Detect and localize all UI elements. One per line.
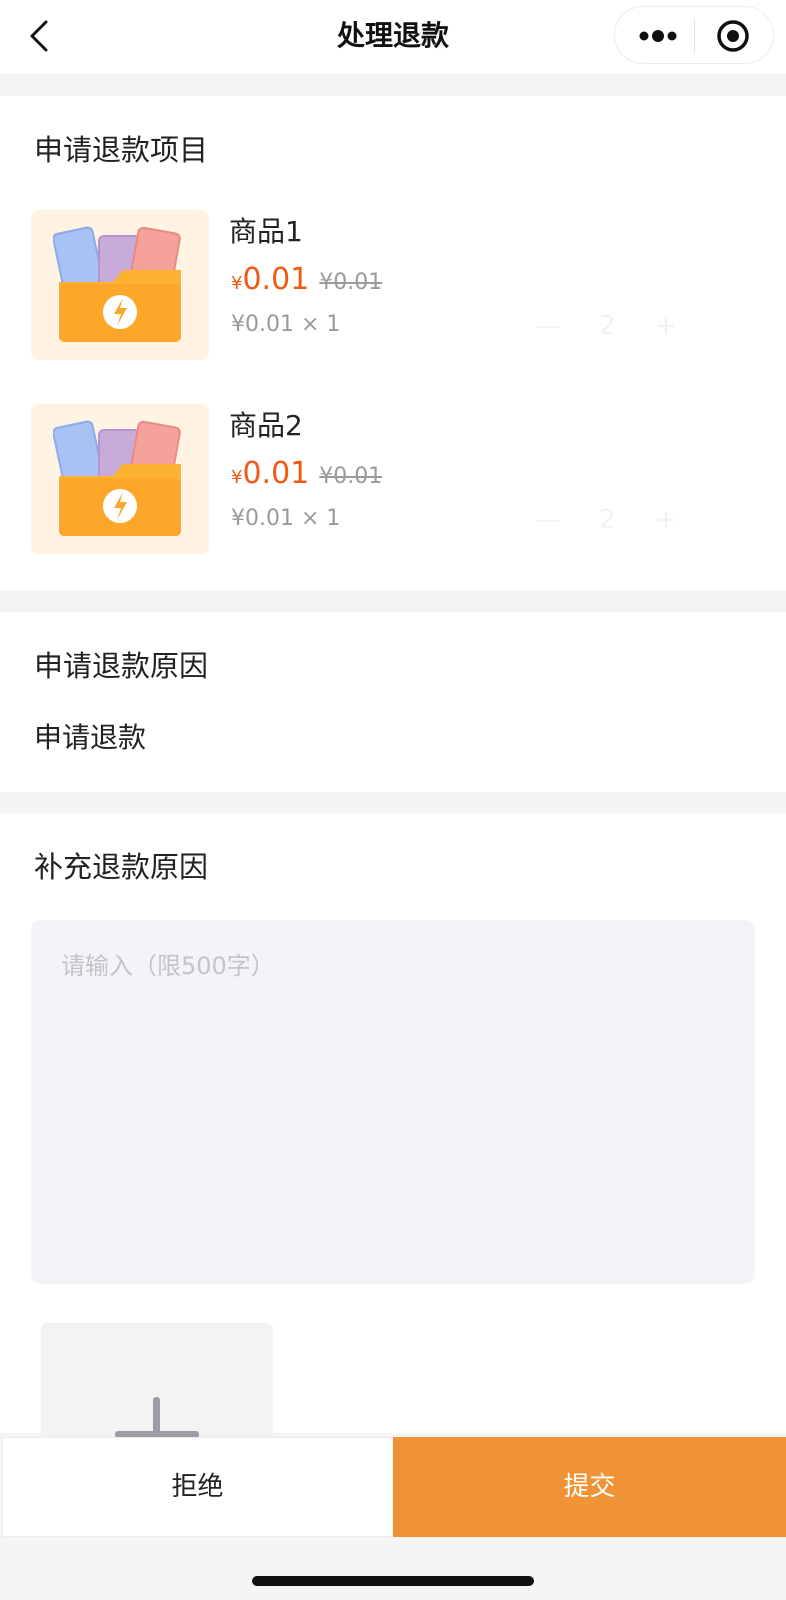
quantity-value: 2 (599, 505, 616, 535)
list-item: 商品1 ¥0.01 ¥0.01 ¥0.01 × 1 — 2 + (31, 210, 771, 360)
refund-page: 处理退款 申请退款项目 商品1 ¥0.01 ¥0.01 ¥0.01 × 1 — … (0, 0, 786, 1600)
unit-price-quantity: ¥0.01 × 1 (231, 312, 341, 337)
decrement-button[interactable]: — (535, 308, 561, 344)
section-title: 申请退款原因 (34, 649, 209, 683)
refund-price: 0.01 (242, 456, 310, 491)
increment-button[interactable]: + (655, 502, 677, 538)
navigation-bar: 处理退款 (0, 0, 786, 74)
refund-price: 0.01 (242, 262, 310, 297)
price-row: ¥0.01 ¥0.01 (231, 456, 382, 496)
increment-button[interactable]: + (655, 308, 677, 344)
quantity-stepper[interactable]: — 2 + (535, 308, 705, 344)
refund-reason-value: 申请退款 (34, 721, 147, 754)
product-name: 商品1 (229, 215, 303, 248)
folder-icon (53, 420, 181, 536)
section-title: 申请退款项目 (34, 133, 209, 167)
section-title: 补充退款原因 (34, 850, 209, 884)
original-price: ¥0.01 (319, 270, 383, 295)
extra-reason-input[interactable] (31, 920, 755, 1284)
currency-symbol: ¥ (231, 467, 243, 488)
more-button[interactable] (633, 16, 683, 56)
quantity-value: 2 (599, 311, 616, 341)
refund-reason-section: 申请退款原因 申请退款 (0, 612, 786, 792)
currency-symbol: ¥ (231, 273, 243, 294)
action-bar: 拒绝 提交 (0, 1437, 786, 1537)
quantity-stepper[interactable]: — 2 + (535, 502, 705, 538)
decrement-button[interactable]: — (535, 502, 561, 538)
close-miniprogram-button[interactable] (713, 16, 753, 56)
reject-button[interactable]: 拒绝 (2, 1437, 392, 1537)
mini-program-capsule (614, 6, 774, 64)
folder-icon (53, 226, 181, 342)
product-name: 商品2 (229, 409, 303, 442)
original-price: ¥0.01 (319, 464, 383, 489)
more-dots-icon (639, 30, 677, 42)
capsule-divider (694, 19, 695, 53)
price-row: ¥0.01 ¥0.01 (231, 262, 382, 302)
unit-price-quantity: ¥0.01 × 1 (231, 506, 341, 531)
product-thumbnail (31, 404, 209, 554)
extra-reason-section: 补充退款原因 (0, 813, 786, 1463)
list-item: 商品2 ¥0.01 ¥0.01 ¥0.01 × 1 — 2 + (31, 404, 771, 554)
submit-button[interactable]: 提交 (393, 1437, 786, 1537)
target-circle-icon (717, 20, 749, 52)
home-indicator (252, 1576, 534, 1586)
refund-items-section: 申请退款项目 商品1 ¥0.01 ¥0.01 ¥0.01 × 1 — 2 + 商… (0, 96, 786, 590)
product-thumbnail (31, 210, 209, 360)
